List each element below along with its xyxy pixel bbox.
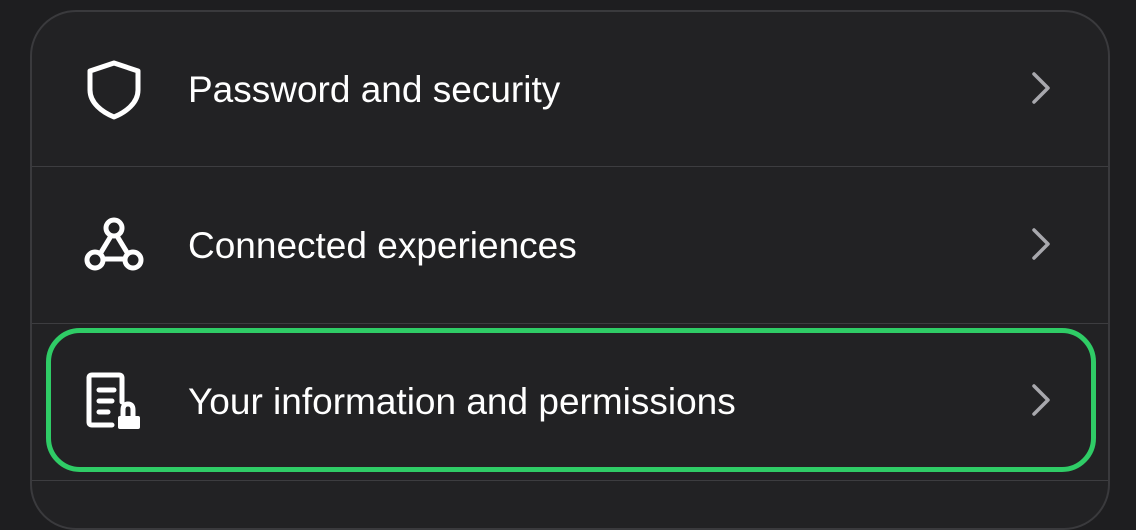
- settings-item-your-information-and-permissions[interactable]: Your information and permissions: [32, 324, 1108, 480]
- chevron-right-icon: [1026, 380, 1056, 420]
- settings-item-label: Password and security: [188, 69, 561, 110]
- settings-item-password-and-security[interactable]: Password and security: [32, 12, 1108, 168]
- divider: [32, 166, 1108, 167]
- divider: [32, 480, 1108, 481]
- settings-card: Password and security Connected experien…: [30, 10, 1110, 530]
- settings-item-label: Connected experiences: [188, 225, 577, 266]
- connected-nodes-icon: [82, 214, 146, 278]
- settings-item-connected-experiences[interactable]: Connected experiences: [32, 168, 1108, 324]
- chevron-right-icon: [1026, 68, 1056, 108]
- shield-icon: [82, 58, 146, 122]
- settings-item-label: Your information and permissions: [188, 381, 736, 422]
- chevron-right-icon: [1026, 224, 1056, 264]
- document-lock-icon: [82, 370, 146, 434]
